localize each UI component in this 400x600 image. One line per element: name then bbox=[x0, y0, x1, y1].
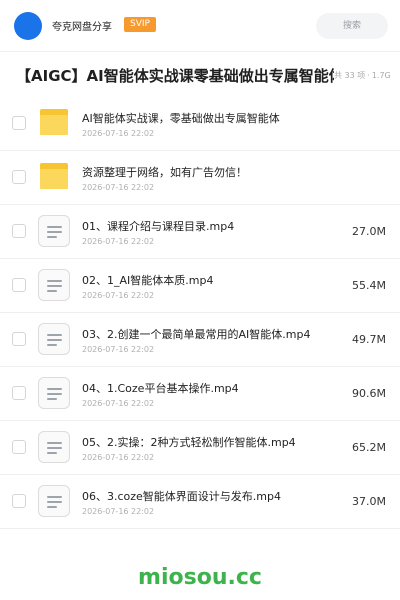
folder-icon bbox=[40, 109, 68, 135]
item-name: 资源整理于网络，如有广告勿信！ bbox=[82, 166, 247, 179]
item-size: 55.4M bbox=[352, 279, 386, 292]
item-count: 共 33 项 bbox=[334, 71, 366, 80]
item-date: 2026-07-16 22:02 bbox=[82, 129, 155, 138]
avatar[interactable] bbox=[14, 12, 42, 40]
item-name: 06、3.coze智能体界面设计与发布.mp4 bbox=[82, 490, 282, 503]
folder-icon bbox=[40, 163, 68, 189]
item-name: 01、课程介绍与课程目录.mp4 bbox=[82, 220, 235, 233]
item-size: 49.7M bbox=[352, 333, 386, 346]
video-file-icon bbox=[38, 215, 70, 247]
checkbox[interactable] bbox=[12, 332, 26, 346]
item-name: AI智能体实战课，零基础做出专属智能体 bbox=[82, 112, 280, 125]
folder-meta: 共 33 项 · 1.7G bbox=[334, 71, 391, 80]
item-date: 2026-07-16 22:02 bbox=[82, 345, 155, 354]
search-input[interactable]: 搜索 bbox=[316, 13, 388, 39]
checkbox[interactable] bbox=[12, 386, 26, 400]
item-size: 27.0M bbox=[352, 225, 386, 238]
item-name: 04、1.Coze平台基本操作.mp4 bbox=[82, 382, 239, 395]
list-item[interactable]: 04、1.Coze平台基本操作.mp4 2026-07-16 22:02 90.… bbox=[0, 367, 400, 421]
item-name: 05、2.实操：2种方式轻松制作智能体.mp4 bbox=[82, 436, 296, 449]
list-item[interactable]: 06、3.coze智能体界面设计与发布.mp4 2026-07-16 22:02… bbox=[0, 475, 400, 529]
list-item[interactable]: 02、1_AI智能体本质.mp4 2026-07-16 22:02 55.4M bbox=[0, 259, 400, 313]
item-name: 02、1_AI智能体本质.mp4 bbox=[82, 274, 214, 287]
list-item[interactable]: AI智能体实战课，零基础做出专属智能体 2026-07-16 22:02 bbox=[0, 97, 400, 151]
checkbox[interactable] bbox=[12, 278, 26, 292]
checkbox[interactable] bbox=[12, 170, 26, 184]
list-item[interactable]: 05、2.实操：2种方式轻松制作智能体.mp4 2026-07-16 22:02… bbox=[0, 421, 400, 475]
video-file-icon bbox=[38, 431, 70, 463]
top-bar: 夸克网盘分享 SVIP 搜索 bbox=[0, 0, 400, 52]
item-date: 2026-07-16 22:02 bbox=[82, 291, 155, 300]
item-name: 03、2.创建一个最简单最常用的AI智能体.mp4 bbox=[82, 328, 311, 341]
video-file-icon bbox=[38, 269, 70, 301]
watermark: miosou.cc bbox=[138, 565, 262, 590]
item-date: 2026-07-16 22:02 bbox=[82, 507, 155, 516]
item-date: 2026-07-16 22:02 bbox=[82, 237, 155, 246]
video-file-icon bbox=[38, 377, 70, 409]
item-date: 2026-07-16 22:02 bbox=[82, 183, 155, 192]
checkbox[interactable] bbox=[12, 494, 26, 508]
video-file-icon bbox=[38, 485, 70, 517]
share-name: 夸克网盘分享 bbox=[52, 22, 112, 33]
total-size: 1.7G bbox=[371, 71, 391, 80]
checkbox[interactable] bbox=[12, 440, 26, 454]
item-size: 65.2M bbox=[352, 441, 386, 454]
item-size: 37.0M bbox=[352, 495, 386, 508]
item-size: 90.6M bbox=[352, 387, 386, 400]
item-date: 2026-07-16 22:02 bbox=[82, 399, 155, 408]
checkbox[interactable] bbox=[12, 116, 26, 130]
file-list: AI智能体实战课，零基础做出专属智能体 2026-07-16 22:02 资源整… bbox=[0, 97, 400, 529]
page-title: 【AIGC】AI智能体实战课零基础做出专属智能体 bbox=[16, 67, 334, 85]
svip-badge: SVIP bbox=[124, 17, 156, 32]
list-item[interactable]: 资源整理于网络，如有广告勿信！ 2026-07-16 22:02 bbox=[0, 151, 400, 205]
list-item[interactable]: 01、课程介绍与课程目录.mp4 2026-07-16 22:02 27.0M bbox=[0, 205, 400, 259]
folder-header: 【AIGC】AI智能体实战课零基础做出专属智能体 共 33 项 · 1.7G bbox=[0, 60, 400, 92]
list-item[interactable]: 03、2.创建一个最简单最常用的AI智能体.mp4 2026-07-16 22:… bbox=[0, 313, 400, 367]
item-date: 2026-07-16 22:02 bbox=[82, 453, 155, 462]
video-file-icon bbox=[38, 323, 70, 355]
checkbox[interactable] bbox=[12, 224, 26, 238]
